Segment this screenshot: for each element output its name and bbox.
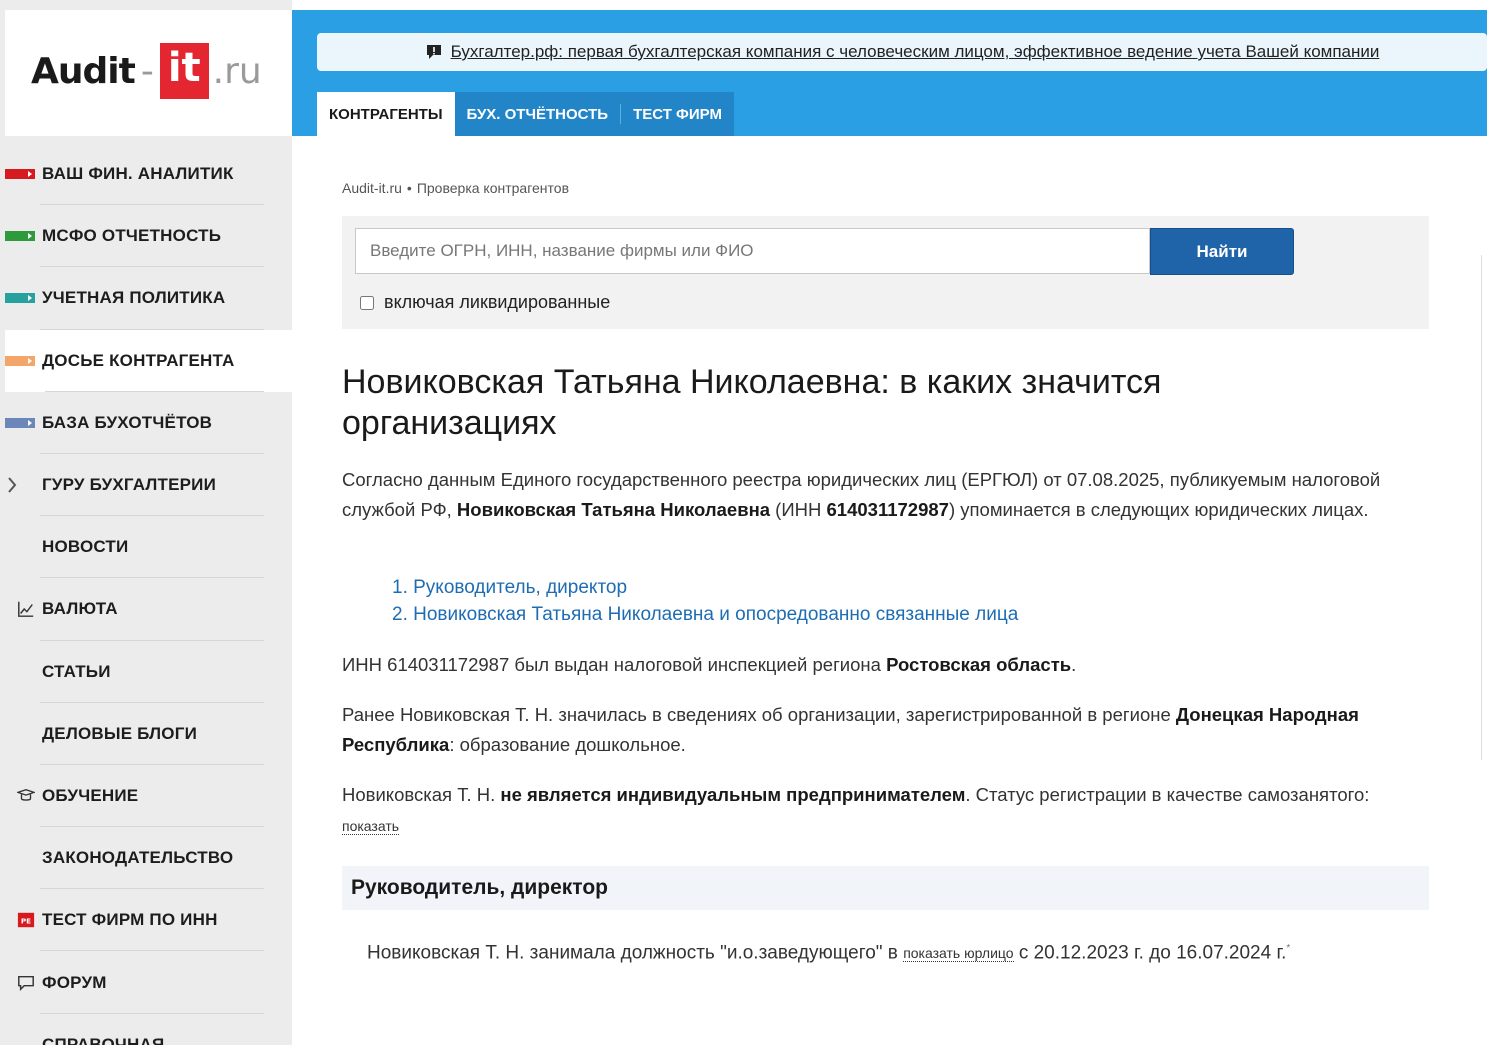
sidebar-item-label: ГУРУ БУХГАЛТЕРИИ [42, 475, 217, 495]
sidebar-item-label: ФОРУМ [42, 972, 107, 992]
director-text-b: с 20.12.2023 г. до 16.07.2024 г. [1013, 942, 1287, 964]
search-panel: Найти включая ликвидированные [342, 216, 1429, 329]
sidebar-nav: ВАШ ФИН. АНАЛИТИК МСФО ОТЧЕТНОСТЬ УЧЕТНАЯ … [0, 143, 292, 1045]
header-tabs: КОНТРАГЕНТЫ БУХ. ОТЧЁТНОСТЬ ТЕСТ ФИРМ [317, 92, 734, 136]
arrow-bar-icon [5, 169, 35, 180]
footnote-marker: * [1286, 943, 1291, 954]
toc-item: 2. Новиковская Татьяна Николаевна и опос… [392, 601, 1018, 628]
sidebar-item[interactable]: ОБУЧЕНИЕ [0, 765, 292, 828]
person-inn: 614031172987 [826, 499, 949, 520]
inn-region-paragraph: ИНН 614031172987 был выдан налоговой инс… [342, 650, 1382, 680]
search-button[interactable]: Найти [1150, 228, 1294, 275]
include-liquidated-checkbox[interactable] [360, 295, 374, 310]
toc-link-director[interactable]: 1. Руководитель, директор [392, 577, 627, 598]
p4-text-a: Новиковская Т. Н. [342, 784, 501, 805]
tab[interactable]: КОНТРАГЕНТЫ [317, 92, 455, 136]
svg-text:PE: PE [21, 917, 31, 926]
sidebar-item-label: УЧЕТНАЯ ПОЛИТИКА [42, 288, 226, 308]
sidebar-item-label: СТАТЬИ [42, 661, 111, 681]
include-liquidated-row[interactable]: включая ликвидированные [360, 292, 610, 313]
p4-text-b: . Статус регистрации в качестве самозаня… [965, 784, 1370, 805]
toc-item: 1. Руководитель, директор [392, 574, 1018, 601]
graduation-cap-icon [16, 786, 36, 806]
sidebar-item-label: ЗАКОНОДАТЕЛЬСТВО [42, 848, 234, 868]
sidebar-item-label: ДЕЛОВЫЕ БЛОГИ [42, 723, 197, 743]
right-edge-panel [1481, 255, 1487, 760]
breadcrumb-current: Проверка контрагентов [416, 180, 570, 196]
director-record: Новиковская Т. Н. занимала должность "и.… [367, 934, 1290, 968]
logo-audit: Audit [31, 50, 136, 92]
p1-text-c: ) упоминается в следующих юридических ли… [948, 499, 1369, 520]
logo-container: Audit - it .ru [5, 10, 292, 136]
registry-paragraph: Согласно данным Единого государственного… [342, 465, 1382, 525]
sidebar-item[interactable]: БАЗА БУХОТЧЁТОВ [0, 392, 292, 455]
p1-text-b: (ИНН [770, 499, 827, 520]
p2-text-a: ИНН 614031172987 был выдан налоговой инс… [342, 654, 887, 675]
table-of-contents: 1. Руководитель, директор 2. Новиковская… [392, 574, 1018, 628]
test-badge-icon: PE [16, 910, 36, 930]
director-text-a: Новиковская Т. Н. занимала должность "и.… [367, 942, 904, 964]
sidebar-item[interactable]: ГУРУ БУХГАЛТЕРИИ [0, 454, 292, 517]
sidebar-item[interactable]: ДЕЛОВЫЕ БЛОГИ [0, 703, 292, 766]
sidebar-item-label: ВАЛЮТА [42, 599, 118, 619]
arrow-bar-icon [5, 355, 35, 366]
sidebar-item-label: БАЗА БУХОТЧЁТОВ [42, 412, 213, 432]
show-selfemployed-link[interactable]: показать [342, 818, 400, 835]
sidebar-item[interactable]: СПРАВОЧНАЯ [0, 1014, 292, 1045]
sidebar-item[interactable]: ФОРУМ [0, 951, 292, 1014]
section-heading-director: Руководитель, директор [342, 866, 1429, 910]
toc-link-related[interactable]: 2. Новиковская Татьяна Николаевна и опос… [392, 604, 1018, 625]
tab[interactable]: ТЕСТ ФИРМ [621, 92, 734, 136]
sidebar-item[interactable]: СТАТЬИ [0, 641, 292, 703]
person-name: Новиковская Татьяна Николаевна [456, 499, 771, 520]
arrow-bar-icon [5, 293, 35, 304]
sidebar-item-label: ДОСЬЕ КОНТРАГЕНТА [42, 350, 235, 370]
breadcrumb-home[interactable]: Audit-it.ru [342, 180, 402, 196]
breadcrumb: Audit-it.ru • Проверка контрагентов [342, 180, 569, 196]
include-liquidated-label: включая ликвидированные [384, 292, 611, 312]
sidebar-item-label: ОБУЧЕНИЕ [42, 785, 139, 805]
sidebar-item[interactable]: ДОСЬЕ КОНТРАГЕНТА [5, 329, 292, 392]
inn-region: Ростовская область [886, 654, 1072, 675]
arrow-bar-icon [5, 231, 35, 242]
promo-banner: Бухгалтер.рф: первая бухгалтерская компа… [317, 33, 1487, 71]
show-company-link[interactable]: показать юрлицо [903, 945, 1014, 963]
chat-bubble-icon [16, 973, 36, 993]
exclamation-chat-icon [426, 45, 441, 59]
sidebar-item[interactable]: PE ТЕСТ ФИРМ ПО ИНН [0, 889, 292, 952]
sidebar-item-label: НОВОСТИ [42, 537, 129, 557]
logo-ru: .ru [212, 50, 262, 92]
sidebar-item-label: ТЕСТ ФИРМ ПО ИНН [42, 910, 218, 930]
promo-link[interactable]: Бухгалтер.рф: первая бухгалтерская компа… [451, 42, 1380, 62]
sidebar-item-label: ВАШ ФИН. АНАЛИТИК [42, 164, 234, 184]
page-title: Новиковская Татьяна Николаевна: в каких … [342, 363, 1162, 442]
arrow-bar-icon [5, 417, 35, 428]
previous-region-paragraph: Ранее Новиковская Т. Н. значилась в свед… [342, 700, 1382, 760]
entrepreneur-status: не является индивидуальным предпринимате… [500, 784, 966, 805]
line-chart-icon [16, 599, 36, 619]
sidebar: Audit - it .ru ВАШ ФИН. АНАЛИТИК МСФО ОТЧ… [0, 0, 292, 1045]
chevron-right-icon [2, 475, 22, 495]
sidebar-item[interactable]: МСФО ОТЧЕТНОСТЬ [0, 205, 292, 268]
site-logo[interactable]: Audit - it .ru [31, 40, 262, 102]
breadcrumb-separator: • [406, 180, 412, 196]
sidebar-item-label: МСФО ОТЧЕТНОСТЬ [42, 226, 222, 246]
tab[interactable]: БУХ. ОТЧЁТНОСТЬ [454, 92, 621, 136]
p2-text-b: . [1071, 654, 1077, 675]
sidebar-item-label: СПРАВОЧНАЯ [42, 1034, 165, 1045]
sidebar-item[interactable]: ВАШ ФИН. АНАЛИТИК [0, 143, 292, 206]
search-input[interactable] [355, 228, 1150, 274]
sidebar-item[interactable]: ЗАКОНОДАТЕЛЬСТВО [0, 827, 292, 890]
p3-text-b: : образование дошкольное. [449, 734, 686, 755]
entrepreneur-status-paragraph: Новиковская Т. Н. не является индивидуал… [342, 780, 1382, 841]
p3-text-a: Ранее Новиковская Т. Н. значилась в свед… [342, 704, 1176, 725]
sidebar-item[interactable]: УЧЕТНАЯ ПОЛИТИКА [0, 267, 292, 330]
sidebar-item[interactable]: ВАЛЮТА [0, 578, 292, 641]
header: Бухгалтер.рф: первая бухгалтерская компа… [292, 10, 1487, 136]
logo-dash: - [140, 50, 154, 92]
logo-it: it [159, 43, 209, 99]
sidebar-item[interactable]: НОВОСТИ [0, 516, 292, 579]
